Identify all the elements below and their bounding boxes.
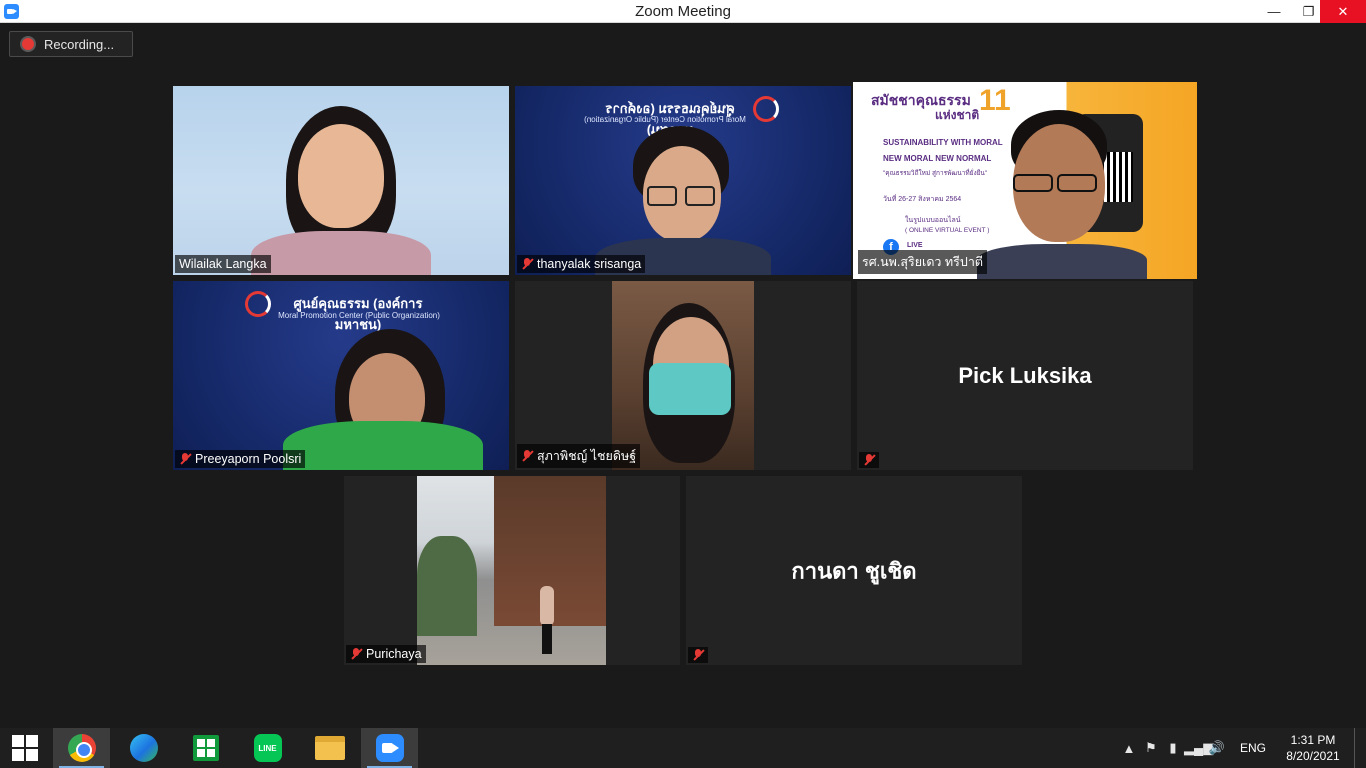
poster-line2: NEW MORAL NEW NORMAL xyxy=(883,154,992,163)
maximize-button[interactable]: ❐ xyxy=(1297,0,1320,23)
glasses-icon xyxy=(1013,174,1053,192)
window-title: Zoom Meeting xyxy=(635,3,731,20)
poster-line1: SUSTAINABILITY WITH MORAL xyxy=(883,138,1003,147)
video-tile[interactable]: Pick Luksika xyxy=(857,281,1193,470)
line-icon: LINE xyxy=(253,734,282,762)
participant-nametag: Purichaya xyxy=(346,645,426,663)
battery-icon[interactable]: ▮ xyxy=(1162,740,1184,756)
logo-text-en: Moral Promotion Center (Public Organizat… xyxy=(584,115,746,124)
poster-format: ในรูปแบบออนไลน์ xyxy=(905,217,961,224)
video-tile-active-speaker[interactable]: สมัชชาคุณธรรม แห่งชาติ 11 SUSTAINABILITY… xyxy=(853,82,1197,279)
windows-logo-icon xyxy=(12,735,38,761)
participant-name: thanyalak srisanga xyxy=(537,257,642,271)
participant-name: Wilailak Langka xyxy=(179,257,267,271)
start-button[interactable] xyxy=(0,728,50,768)
input-language[interactable]: ENG xyxy=(1240,741,1266,755)
mic-muted-icon xyxy=(179,453,192,465)
participant-nametag: รศ.นพ.สุริยเดว ทรีปาตี xyxy=(858,250,987,274)
clock-date: 8/20/2021 xyxy=(1286,749,1340,763)
poster-event: ( ONLINE VIRTUAL EVENT ) xyxy=(905,227,990,234)
mic-muted-icon xyxy=(863,454,876,466)
moral-center-logo-icon xyxy=(245,291,271,317)
edge-icon xyxy=(129,734,158,762)
participant-display-name: Pick Luksika xyxy=(958,362,1092,388)
taskbar-file-explorer[interactable] xyxy=(301,728,358,768)
face-mask-icon xyxy=(649,363,731,415)
video-tile[interactable]: กานดา ชูเชิด xyxy=(686,476,1022,665)
poster-subtitle: แห่งชาติ xyxy=(935,108,980,122)
tray-overflow-icon[interactable]: ▲ xyxy=(1118,741,1140,756)
store-icon xyxy=(192,735,219,761)
poster-live: LIVE xyxy=(907,242,923,249)
poster-number: 11 xyxy=(979,84,1011,117)
recording-label: Recording... xyxy=(44,36,115,52)
participant-nametag: Preeyaporn Poolsri xyxy=(175,450,306,468)
folder-icon xyxy=(314,736,345,760)
chrome-icon xyxy=(67,734,96,762)
participant-name: Purichaya xyxy=(366,647,422,661)
taskbar-store[interactable] xyxy=(177,728,234,768)
clock[interactable]: 1:31 PM 8/20/2021 xyxy=(1276,732,1350,764)
taskbar-chrome[interactable] xyxy=(53,728,110,768)
taskbar-edge[interactable] xyxy=(115,728,172,768)
participant-nametag xyxy=(859,452,879,468)
zoom-icon xyxy=(375,734,404,762)
recording-indicator[interactable]: Recording... xyxy=(9,31,133,57)
participant-name: รศ.นพ.สุริยเดว ทรีปาตี xyxy=(862,255,983,269)
mic-muted-icon xyxy=(521,258,534,270)
mic-muted-icon xyxy=(521,450,534,462)
windows-taskbar: LINE ▲ ⚑ ▮ ▂▄▆ 🔊 ENG 1:31 PM 8/20/2021 xyxy=(0,728,1366,768)
video-tile[interactable]: สุภาพิชญ์ ไชยดิษฐ์ xyxy=(515,281,851,470)
poster-tagline: "คุณธรรมวิถีใหม่ สู่การพัฒนาที่ยั่งยืน" xyxy=(883,170,988,177)
taskbar-zoom[interactable] xyxy=(361,728,418,768)
video-tile[interactable]: ศูนย์คุณธรรม (องค์การมหาชน) Moral Promot… xyxy=(173,281,509,470)
record-icon xyxy=(22,38,34,50)
volume-icon[interactable]: 🔊 xyxy=(1206,740,1228,756)
taskbar-line[interactable]: LINE xyxy=(239,728,296,768)
participant-name: สุภาพิชญ์ ไชยดิษฐ์ xyxy=(537,449,637,463)
clock-time: 1:31 PM xyxy=(1290,733,1336,747)
show-desktop-button[interactable] xyxy=(1354,728,1366,768)
glasses-icon xyxy=(647,186,677,206)
minimize-button[interactable]: — xyxy=(1251,0,1297,23)
participant-display-name: กานดา ชูเชิด xyxy=(791,558,917,583)
title-bar: Zoom Meeting — ❐ ✕ xyxy=(0,0,1366,23)
video-tile[interactable]: Wilailak Langka xyxy=(173,86,509,275)
participant-nametag: สุภาพิชญ์ ไชยดิษฐ์ xyxy=(517,444,641,468)
system-tray: ▲ ⚑ ▮ ▂▄▆ 🔊 ENG 1:31 PM 8/20/2021 xyxy=(1118,728,1366,768)
mic-muted-icon xyxy=(350,648,363,660)
logo-text-en: Moral Promotion Center (Public Organizat… xyxy=(278,311,440,320)
poster-date: วันที่ 26-27 สิงหาคม 2564 xyxy=(883,196,962,203)
participant-nametag: Wilailak Langka xyxy=(175,255,271,273)
wifi-icon[interactable]: ▂▄▆ xyxy=(1184,740,1213,756)
mic-muted-icon xyxy=(692,649,705,661)
video-tile[interactable]: ศูนย์คุณธรรม (องค์การมหาชน) Moral Promot… xyxy=(515,86,851,275)
close-button[interactable]: ✕ xyxy=(1320,0,1366,23)
participant-name: Preeyaporn Poolsri xyxy=(195,452,302,466)
participant-nametag xyxy=(688,647,708,663)
participant-nametag: thanyalak srisanga xyxy=(517,255,646,273)
video-tile[interactable]: Purichaya xyxy=(344,476,680,665)
network-error-icon[interactable]: ⚑ xyxy=(1140,740,1162,756)
moral-center-logo-icon xyxy=(753,96,779,122)
